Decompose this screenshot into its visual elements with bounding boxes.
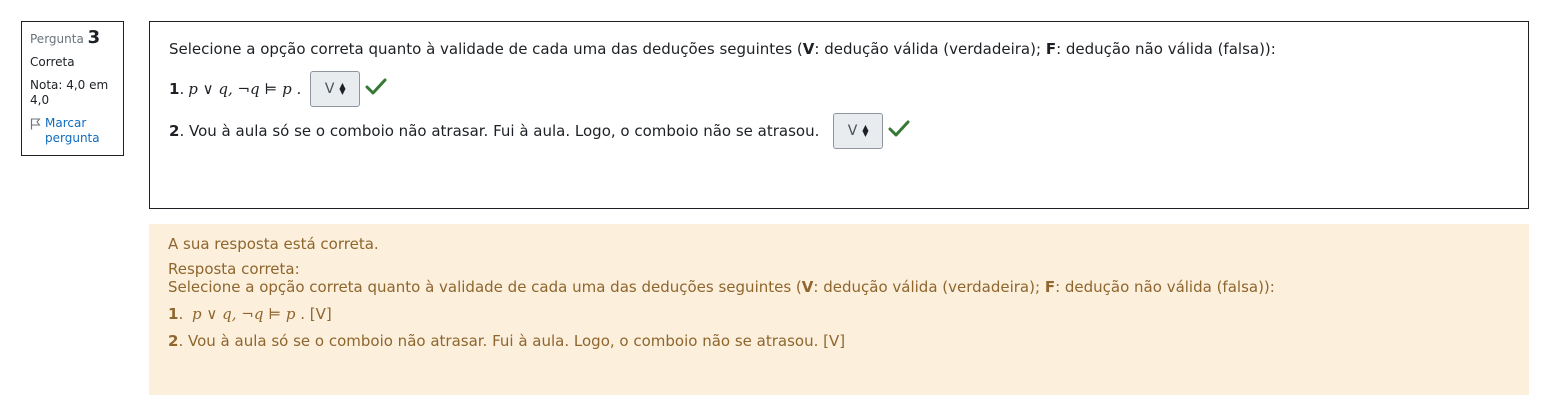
question-state: Correta: [30, 55, 75, 69]
item-text: p ∨ q, ¬q ⊨ p .: [192, 305, 305, 323]
f-letter: F: [1045, 40, 1057, 58]
item-text: p ∨ q, ¬q ⊨ p .: [188, 80, 302, 98]
item-answer: [V]: [823, 332, 846, 350]
v-letter: V: [802, 40, 815, 58]
answer-select[interactable]: V ▲ ▼: [310, 71, 361, 107]
correct-answer-label: Resposta correta:: [168, 260, 300, 278]
answer-select[interactable]: V ▲ ▼: [833, 113, 884, 149]
item-number: 2: [169, 122, 180, 140]
feedback-result: A sua resposta está correta.: [168, 235, 379, 253]
item-number-dot: .: [178, 305, 184, 323]
flag-label: Marcar pergunta: [45, 116, 100, 145]
question-number-row: Pergunta 3: [30, 27, 115, 48]
correct-check-icon: [888, 120, 910, 142]
item-number: 2: [168, 332, 179, 350]
correct-answer-intro: Selecione a opção correta quanto à valid…: [168, 278, 1510, 296]
question-formulation: Selecione a opção correta quanto à valid…: [149, 21, 1529, 209]
answer-select-value: V: [324, 81, 335, 97]
item-number-dot: .: [179, 80, 185, 98]
flag-icon: [30, 118, 41, 130]
sub-question-1: 1. p ∨ q, ¬q ⊨ p . V ▲ ▼: [169, 71, 1509, 107]
sort-arrows-icon: ▲ ▼: [862, 123, 869, 138]
v-letter: V: [801, 278, 814, 296]
item-number: 1: [169, 80, 180, 98]
item-answer: [V]: [309, 305, 332, 323]
question-grade: Nota: 4,0 em 4,0: [30, 78, 109, 107]
question-number: 3: [87, 27, 101, 48]
question-info: Pergunta 3 Correta Nota: 4,0 em 4,0 Marc…: [21, 21, 124, 156]
f-description: : dedução não válida (falsa)):: [1055, 278, 1275, 296]
f-description: : dedução não válida (falsa)):: [1056, 40, 1276, 58]
correct-check-icon: [365, 78, 387, 100]
feedback-panel: A sua resposta está correta. Resposta co…: [149, 224, 1529, 395]
flag-question-link[interactable]: Marcar pergunta: [30, 116, 115, 146]
item-number: 1: [168, 305, 179, 323]
sort-arrows-icon: ▲ ▼: [339, 81, 346, 96]
correct-answer-item-1: 1. p ∨ q, ¬q ⊨ p . [V]: [168, 304, 1510, 324]
question-intro-prefix: Selecione a opção correta quanto à valid…: [169, 40, 803, 58]
item-text: Vou à aula só se o comboio não atrasar. …: [183, 332, 824, 350]
v-description: : dedução válida (verdadeira);: [813, 278, 1045, 296]
f-letter: F: [1044, 278, 1056, 296]
item-text: Vou à aula só se o comboio não atrasar. …: [184, 122, 825, 140]
answer-select-value: V: [847, 123, 858, 139]
question-text: Selecione a opção correta quanto à valid…: [169, 39, 1509, 59]
sub-question-2: 2. Vou à aula só se o comboio não atrasa…: [169, 113, 1509, 149]
question-intro-prefix: Selecione a opção correta quanto à valid…: [168, 278, 802, 296]
v-description: : dedução válida (verdadeira);: [814, 40, 1046, 58]
question-label: Pergunta: [30, 32, 84, 46]
correct-answer-item-2: 2. Vou à aula só se o comboio não atrasa…: [168, 331, 1510, 351]
